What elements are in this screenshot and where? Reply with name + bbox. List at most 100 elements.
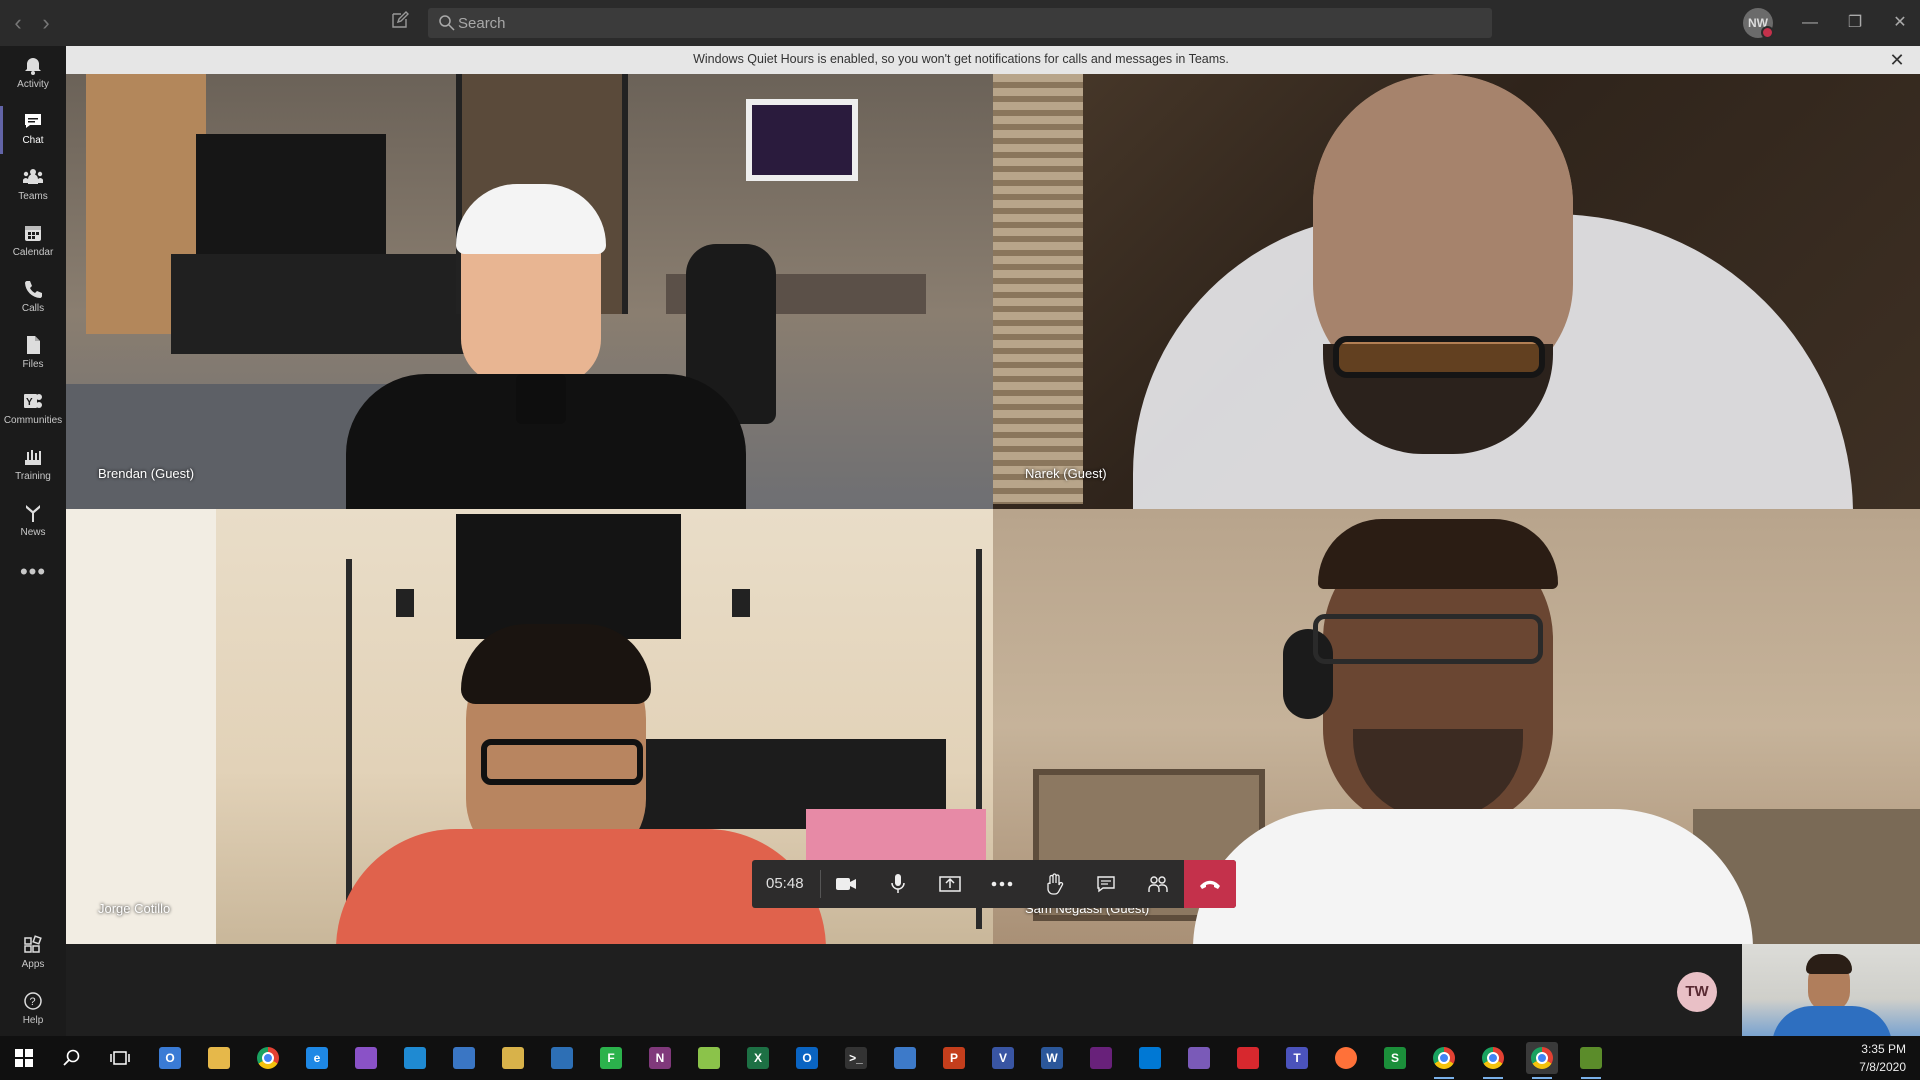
chrome-4-icon [1531,1047,1553,1069]
taskbar-app-excel[interactable]: X [742,1042,774,1074]
bottom-strip [66,944,1920,1036]
onenote-icon: N [649,1047,671,1069]
call-duration: 05:48 [766,875,804,892]
rail-item-help[interactable]: ? Help [0,982,66,1038]
banner-message: Windows Quiet Hours is enabled, so you w… [693,52,1229,66]
hang-up-button[interactable] [1184,860,1236,908]
teams-icon [23,169,43,184]
video-tile-narek[interactable]: Narek (Guest) [993,74,1920,509]
graph-app-icon [1580,1047,1602,1069]
taskbar-app-teams[interactable]: T [1281,1042,1313,1074]
taskbar-app-chrome-2[interactable] [1428,1042,1460,1079]
camera-icon [836,878,856,890]
chrome-icon [257,1047,279,1069]
taskbar-app-firefox[interactable] [1330,1042,1362,1074]
chat-button[interactable] [1084,860,1128,908]
taskbar-app-db-tool[interactable] [497,1042,529,1074]
camera-button[interactable] [824,860,868,908]
self-hair [1806,954,1852,974]
rail-label: Communities [3,415,63,426]
start-button[interactable] [8,1042,40,1074]
taskbar-app-vs-code[interactable] [399,1042,431,1074]
taskbar-app-file-explorer[interactable] [203,1042,235,1074]
hair [461,624,651,704]
rail-item-news[interactable]: News [0,494,66,550]
search-icon [439,15,455,31]
video-tile-brendan[interactable]: Brendan (Guest) [66,74,993,509]
taskbar-app-graph-app[interactable] [1575,1042,1607,1079]
rail-item-communities[interactable]: Y Communities [0,382,66,438]
taskbar-app-visual-studio-2[interactable] [1085,1042,1117,1074]
word-icon: W [1041,1047,1063,1069]
rail-item-training[interactable]: Training [0,438,66,494]
taskbar-app-word[interactable]: W [1036,1042,1068,1074]
share-screen-icon [939,876,961,892]
taskbar-app-notepad-plus[interactable] [693,1042,725,1074]
chrome-3-icon [1482,1047,1504,1069]
skype-like-icon [1139,1047,1161,1069]
taskbar-app-acrobat[interactable] [1232,1042,1264,1074]
taskbar-app-terminal[interactable]: >_ [840,1042,872,1074]
taskbar-app-chrome[interactable] [252,1042,284,1074]
taskbar-app-onenote[interactable]: N [644,1042,676,1074]
raise-hand-button[interactable] [1032,860,1076,908]
quiet-hours-banner: Windows Quiet Hours is enabled, so you w… [66,46,1920,74]
banner-close-button[interactable]: ✕ [1886,49,1908,71]
svg-text:?: ? [30,996,36,1008]
compose-icon[interactable] [388,11,412,35]
taskbar-app-visio[interactable]: V [987,1042,1019,1074]
taskbar-app-outlook[interactable]: O [791,1042,823,1074]
taskbar-app-powershell[interactable] [448,1042,480,1074]
self-video-preview[interactable] [1742,944,1920,1036]
taskbar-app-outlook-alt[interactable]: O [154,1042,186,1074]
minimize-button[interactable]: — [1794,8,1826,38]
participants-button[interactable] [1136,860,1180,908]
taskbar-app-skype-like[interactable] [1134,1042,1166,1074]
taskbar-app-dollar-app[interactable]: S [1379,1042,1411,1074]
chrome-center [1438,1052,1450,1064]
taskbar-app-chrome-4[interactable] [1526,1042,1558,1079]
back-button[interactable]: ‹ [8,10,28,36]
clock-time: 3:35 PM [1861,1042,1906,1056]
raise-hand-icon [1047,873,1064,895]
rail-item-activity[interactable]: Activity [0,46,66,102]
rail-item-chat[interactable]: Chat [0,102,66,158]
rail-label: Calls [21,303,45,314]
search-placeholder: Search [458,15,506,32]
chrome-center [1536,1052,1548,1064]
rail-label: Teams [18,191,48,202]
speaker-right [732,589,750,617]
search-input[interactable]: Search [428,8,1492,38]
rail-label: Files [22,359,44,370]
rail-item-teams[interactable]: Teams [0,158,66,214]
white-shirt [1193,809,1753,944]
taskbar-app-chrome-3[interactable] [1477,1042,1509,1079]
taskbar-app-remote-desktop[interactable] [889,1042,921,1074]
network-tool-icon [551,1047,573,1069]
feedly-icon: F [600,1047,622,1069]
help-icon: ? [24,992,42,1010]
forward-button[interactable]: › [36,10,56,36]
self-avatar[interactable]: TW [1677,972,1717,1012]
more-options-button[interactable] [980,860,1024,908]
task-view-icon [110,1051,130,1065]
rail-item-files[interactable]: Files [0,326,66,382]
window-close-button[interactable]: ✕ [1884,8,1916,38]
taskbar-app-powerpoint[interactable]: P [938,1042,970,1074]
user-avatar[interactable]: NW [1743,8,1774,39]
rail-item-calendar[interactable]: Calendar [0,214,66,270]
taskbar-app-visual-studio[interactable] [350,1042,382,1074]
rail-more-button[interactable]: ••• [0,550,66,606]
restore-button[interactable]: ❐ [1839,8,1871,38]
taskbar-app-internet-explorer[interactable]: e [301,1042,333,1074]
microphone-button[interactable] [876,860,920,908]
share-screen-button[interactable] [928,860,972,908]
taskbar-app-feedly[interactable]: F [595,1042,627,1074]
taskbar-search-button[interactable] [56,1042,88,1074]
taskbar-app-screen-recorder[interactable] [1183,1042,1215,1074]
system-clock[interactable]: 3:35 PM 7/8/2020 [1859,1040,1906,1076]
rail-item-apps[interactable]: Apps [0,926,66,982]
task-view-button[interactable] [104,1042,136,1074]
rail-item-calls[interactable]: Calls [0,270,66,326]
taskbar-app-network-tool[interactable] [546,1042,578,1074]
